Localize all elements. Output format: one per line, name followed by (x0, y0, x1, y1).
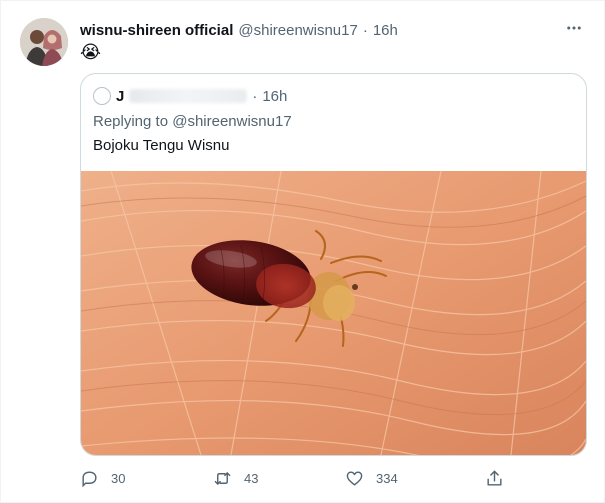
quoted-tweet-header: J · 16h (93, 87, 287, 105)
tweet-timestamp[interactable]: 16h (373, 22, 398, 39)
reply-button[interactable]: 30 (80, 467, 125, 489)
heart-icon (345, 469, 364, 488)
quoted-author-initial[interactable]: J (116, 88, 124, 105)
replying-to-label: Replying to @shireenwisnu17 (93, 113, 292, 130)
separator-dot: · (362, 21, 368, 39)
share-icon (485, 469, 504, 488)
quoted-tweet-text: Bojoku Tengu Wisnu (93, 137, 230, 154)
author-avatar[interactable] (20, 18, 68, 66)
quoted-author-avatar[interactable] (93, 87, 111, 105)
tweet-card[interactable]: wisnu-shireen official @shireenwisnu17 ·… (0, 0, 605, 503)
author-handle[interactable]: @shireenwisnu17 (238, 22, 357, 39)
quoted-tweet-timestamp[interactable]: 16h (262, 88, 287, 105)
quoted-tweet[interactable]: J · 16h Replying to @shireenwisnu17 Bojo… (80, 73, 587, 456)
like-count: 334 (376, 470, 398, 486)
tweet-actions-bar: 30 43 334 (80, 467, 510, 489)
quoted-tweet-image[interactable] (81, 171, 586, 455)
bedbug-photo (81, 171, 586, 455)
tweet-header: wisnu-shireen official @shireenwisnu17 ·… (80, 20, 398, 40)
like-button[interactable]: 334 (345, 467, 398, 489)
retweet-button[interactable]: 43 (213, 467, 258, 489)
quoted-separator-dot: · (252, 87, 258, 105)
reply-count: 30 (111, 470, 126, 486)
retweet-count: 43 (244, 470, 259, 486)
retweet-icon (213, 469, 232, 488)
avatar-photo-icon (20, 18, 68, 66)
tweet-text: 😭 (80, 42, 102, 62)
share-button[interactable] (485, 467, 504, 489)
reply-icon (80, 469, 99, 488)
more-options-icon[interactable] (562, 18, 586, 38)
author-display-name[interactable]: wisnu-shireen official (80, 22, 233, 39)
blurred-author-name (129, 89, 248, 103)
